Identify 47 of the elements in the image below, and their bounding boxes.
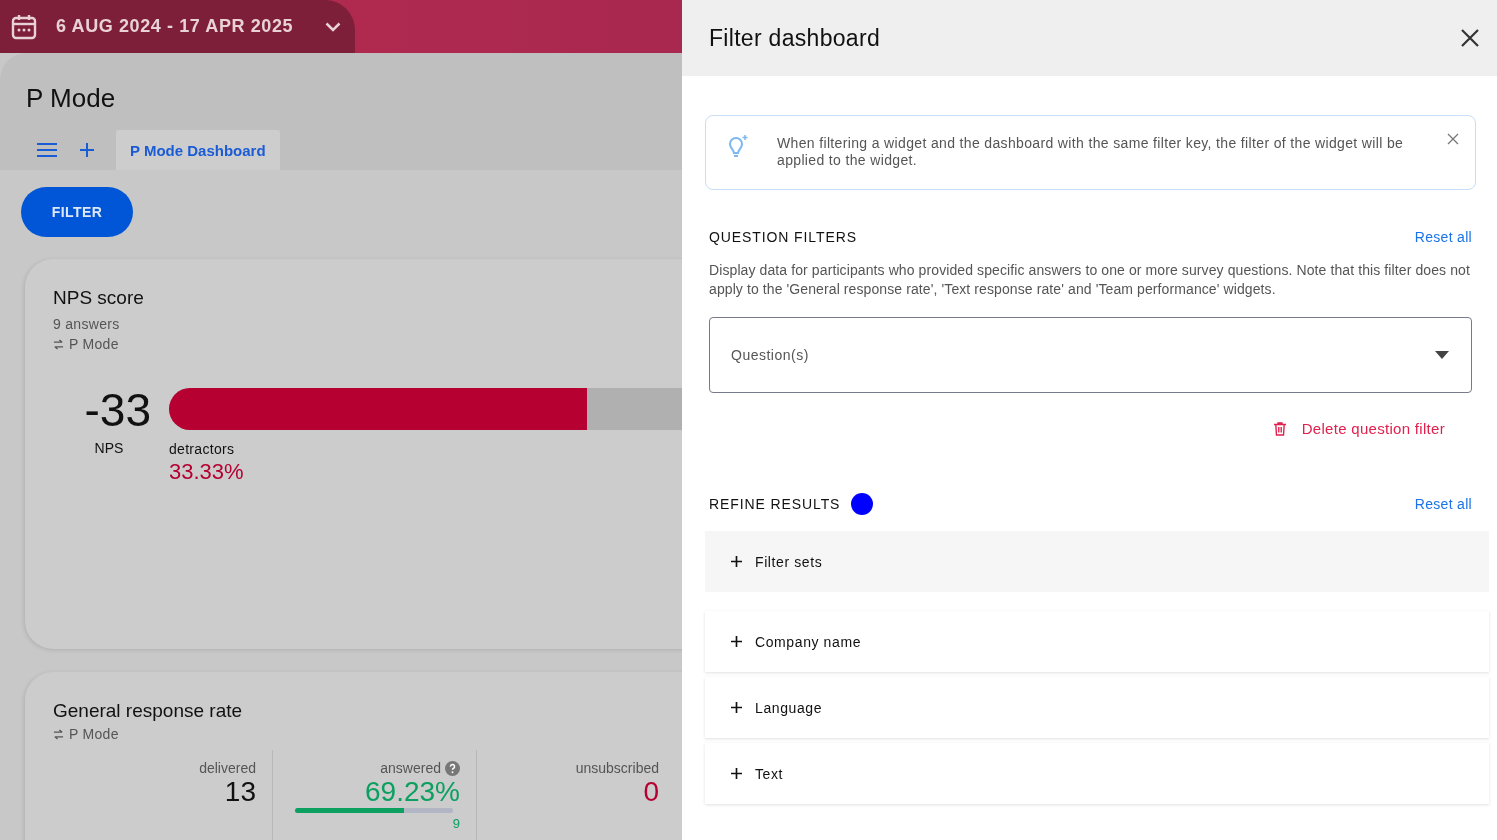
trash-icon [1273, 421, 1286, 436]
calendar-icon [10, 12, 38, 41]
swap-icon [53, 338, 64, 350]
section-heading: QUESTION FILTERS [709, 229, 857, 245]
stat-value: 13 [223, 776, 256, 808]
help-icon[interactable] [445, 760, 460, 776]
card-title: General response rate [53, 700, 244, 722]
filter-item[interactable]: Language [705, 677, 1489, 738]
segment-value: 33.33% [169, 459, 245, 485]
plus-icon [731, 768, 742, 779]
filter-item[interactable]: Text [705, 743, 1489, 804]
filter-item[interactable]: Filter sets [705, 531, 1489, 592]
chevron-down-icon [325, 21, 341, 32]
segment-label: detractors [169, 441, 236, 457]
plus-icon [731, 702, 742, 713]
nps-value: -33 [83, 383, 151, 438]
filter-item[interactable]: Company name [705, 611, 1489, 672]
plus-icon [731, 636, 742, 647]
dropdown-arrow-icon [1435, 351, 1449, 359]
card-title: NPS score [53, 287, 145, 309]
answers-count: 9 answers [53, 316, 121, 332]
plus-icon [731, 556, 742, 567]
stat-label: unsubscribed [575, 760, 659, 776]
answered-count: 9 [451, 816, 460, 831]
drawer-title: Filter dashboard [709, 24, 880, 52]
dashboard-tab[interactable]: P Mode Dashboard [116, 130, 280, 170]
section-heading: REFINE RESULTS [709, 496, 841, 512]
source-label: P Mode [69, 336, 119, 352]
question-select[interactable]: Question(s) [709, 317, 1472, 393]
stat-value: 0 [642, 776, 659, 808]
reset-all-link[interactable]: Reset all [1414, 229, 1472, 245]
stat-label: delivered [199, 760, 256, 776]
page-title: P Mode [26, 83, 117, 114]
close-icon[interactable] [1459, 27, 1481, 49]
nps-label: NPS [93, 440, 125, 456]
date-range-picker[interactable]: 6 AUG 2024 - 17 APR 2025 [0, 0, 355, 53]
stat-label: answered [380, 760, 441, 776]
notice-text: When filtering a widget and the dashboard with the same filter key, the filter of the widget will be applied to the widget. [777, 135, 1405, 169]
select-placeholder: Question(s) [731, 347, 809, 363]
source-label: P Mode [69, 726, 119, 742]
swap-icon [53, 728, 64, 740]
status-dot [851, 493, 874, 515]
reset-all-link[interactable]: Reset all [1414, 496, 1472, 512]
section-description: Display data for participants who provided specific answers to one or more survey questions. Note that this filter does not apply to the 'General response rate', 'Text response rate' and 'Team performance' widgets. [709, 261, 1471, 299]
filter-button[interactable]: FILTER [21, 187, 133, 237]
stat-value: 69.23% [364, 776, 460, 808]
delete-filter-button[interactable]: Delete question filter [1273, 420, 1445, 437]
